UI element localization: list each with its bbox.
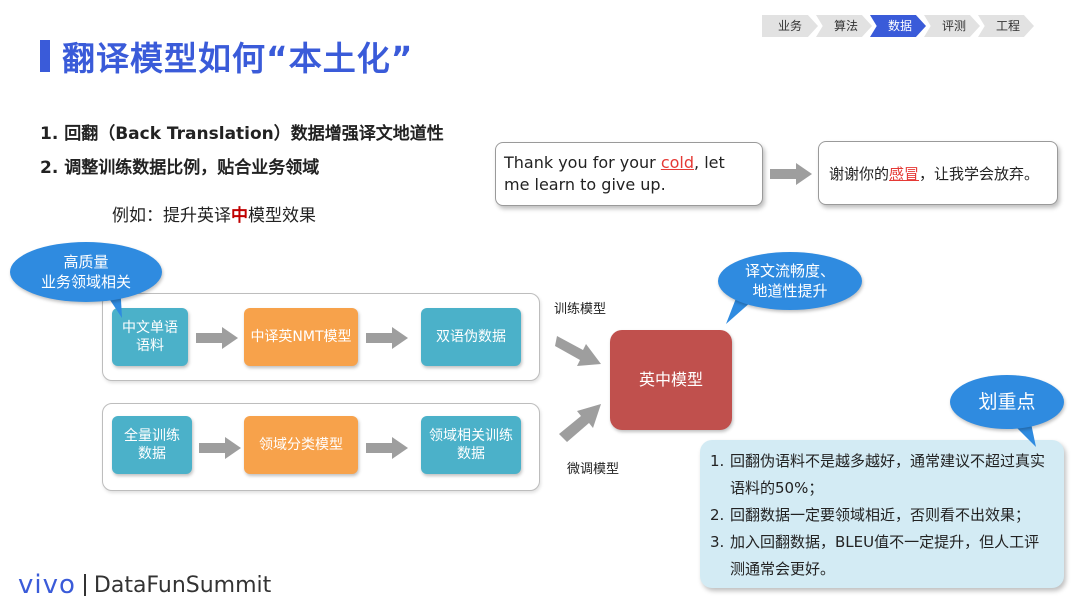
arrow-down-right-icon [555, 336, 601, 366]
arrow-right-icon [366, 327, 408, 349]
key-point-item: 3. 加入回翻数据，BLEU值不一定提升，但人工评测通常会更好。 [710, 529, 1054, 583]
arrow-right-icon [366, 437, 408, 459]
breadcrumb-item-engineering[interactable]: 工程 [978, 15, 1034, 37]
point-data-ratio: 2. 调整训练数据比例，贴合业务领域 [40, 158, 320, 178]
key-point-item: 2. 回翻数据一定要领域相近，否则看不出效果； [710, 502, 1054, 529]
node-domain-related-training-data: 领域相关训练 数据 [421, 416, 521, 474]
example-suffix: 模型效果 [248, 206, 316, 226]
breadcrumb-item-algorithm[interactable]: 算法 [816, 15, 872, 37]
breadcrumb-item-data[interactable]: 数据 [870, 15, 926, 37]
chinese-translation-before: 谢谢你的 [829, 165, 890, 183]
breadcrumb-item-evaluation[interactable]: 评测 [924, 15, 980, 37]
bubble-fluency-text: 译文流畅度、 地道性提升 [718, 252, 862, 310]
node-domain-classification-model: 领域分类模型 [244, 416, 358, 474]
key-point-text: 加入回翻数据，BLEU值不一定提升，但人工评测通常会更好。 [730, 533, 1040, 578]
arrow-right-icon [770, 163, 812, 185]
chinese-translation-after: ，让我学会放弃。 [919, 165, 1040, 183]
chinese-translation-highlight: 感冒 [889, 165, 920, 183]
bubble-key-points-text: 划重点 [950, 375, 1064, 429]
arrow-up-right-icon [559, 404, 601, 442]
label-train-model: 训练模型 [554, 302, 607, 317]
breadcrumb-item-business[interactable]: 业务 [762, 15, 818, 37]
key-point-number: 3. [710, 533, 725, 551]
key-points-box: 1. 回翻伪语料不是越多越好，通常建议不超过真实语料的50%； 2. 回翻数据一定要… [700, 440, 1064, 588]
footer-branding: vivo DataFunSummit [18, 570, 271, 600]
point-back-translation: 1. 回翻（Back Translation）数据增强译文地道性 [40, 124, 444, 144]
bubble-high-quality: 高质量 业务领域相关 [10, 242, 162, 318]
breadcrumb: 业务 算法 数据 评测 工程 [762, 15, 1034, 37]
example-highlight: 中 [231, 206, 248, 226]
vivo-logo: vivo [18, 570, 76, 600]
english-source-highlight: cold [660, 153, 695, 172]
key-point-item: 1. 回翻伪语料不是越多越好，通常建议不超过真实语料的50%； [710, 448, 1054, 502]
chinese-translation-box: 谢谢你的感冒，让我学会放弃。 [818, 141, 1058, 205]
key-point-number: 2. [710, 506, 725, 524]
key-points-list: 1. 回翻伪语料不是越多越好，通常建议不超过真实语料的50%； 2. 回翻数据一定要… [710, 448, 1054, 583]
english-source-box: Thank you for your cold, let me learn to… [495, 142, 763, 206]
node-bilingual-pseudo-data: 双语伪数据 [421, 308, 521, 366]
bubble-fluency: 译文流畅度、 地道性提升 [718, 252, 862, 324]
node-full-training-data: 全量训练 数据 [112, 416, 192, 474]
node-zh-en-nmt-model: 中译英NMT模型 [244, 308, 358, 366]
label-finetune-model: 微调模型 [567, 462, 620, 477]
arrow-right-icon [196, 327, 238, 349]
key-point-number: 1. [710, 452, 725, 470]
arrow-right-icon [199, 437, 241, 459]
key-point-text: 回翻伪语料不是越多越好，通常建议不超过真实语料的50%； [730, 452, 1046, 497]
node-en-zh-model: 英中模型 [610, 330, 732, 430]
bubble-key-points: 划重点 [950, 375, 1064, 447]
title-accent-bar [40, 40, 50, 72]
example-prefix: 例如：提升英译 [112, 206, 231, 226]
bubble-high-quality-text: 高质量 业务领域相关 [10, 242, 162, 302]
key-point-text: 回翻数据一定要领域相近，否则看不出效果； [730, 506, 1031, 524]
event-name: DataFunSummit [93, 572, 272, 598]
english-source-before: Thank you for your [504, 153, 661, 172]
footer-divider [83, 574, 86, 596]
example-text: 例如：提升英译中模型效果 [112, 201, 316, 226]
page-title: 翻译模型如何“本土化” [62, 39, 414, 78]
